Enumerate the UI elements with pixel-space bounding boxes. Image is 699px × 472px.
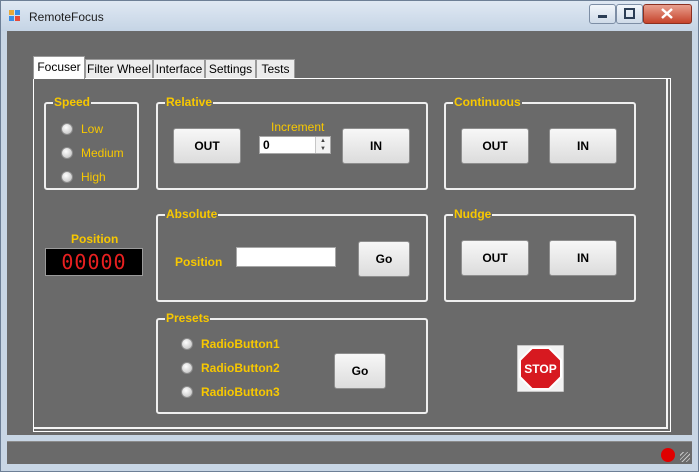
increment-label: Increment bbox=[271, 120, 325, 134]
chevron-down-icon[interactable]: ▼ bbox=[316, 145, 330, 153]
continuous-out-button[interactable]: OUT bbox=[461, 128, 529, 164]
title-bar: RemoteFocus bbox=[1, 1, 698, 31]
absolute-go-button[interactable]: Go bbox=[358, 241, 410, 277]
preset-radio-2-label: RadioButton2 bbox=[201, 361, 280, 375]
tab-tests[interactable]: Tests bbox=[256, 59, 295, 78]
stop-label: STOP bbox=[524, 362, 556, 376]
relative-group-title: Relative bbox=[165, 95, 214, 109]
close-button[interactable] bbox=[643, 4, 692, 24]
preset-radio-3-label: RadioButton3 bbox=[201, 385, 280, 399]
maximize-icon bbox=[624, 8, 635, 19]
radio-indicator bbox=[61, 147, 73, 159]
speed-high-radio[interactable]: High bbox=[61, 170, 106, 184]
presets-go-button[interactable]: Go bbox=[334, 353, 386, 389]
nudge-in-button[interactable]: IN bbox=[549, 240, 617, 276]
preset-radio-2[interactable]: RadioButton2 bbox=[181, 361, 280, 375]
stop-sign-icon: STOP bbox=[516, 344, 565, 393]
speed-medium-label: Medium bbox=[81, 146, 124, 160]
preset-radio-1[interactable]: RadioButton1 bbox=[181, 337, 280, 351]
relative-in-button[interactable]: IN bbox=[342, 128, 410, 164]
position-display-label: Position bbox=[71, 232, 119, 246]
minimize-button[interactable] bbox=[589, 4, 616, 24]
radio-indicator bbox=[61, 123, 73, 135]
connection-status-indicator bbox=[661, 448, 675, 462]
maximize-button[interactable] bbox=[616, 4, 643, 24]
tab-settings[interactable]: Settings bbox=[205, 59, 256, 78]
tab-focuser[interactable]: Focuser bbox=[33, 56, 85, 79]
radio-indicator bbox=[181, 338, 193, 350]
absolute-group-title: Absolute bbox=[165, 207, 219, 221]
relative-out-button[interactable]: OUT bbox=[173, 128, 241, 164]
presets-group-title: Presets bbox=[165, 311, 211, 325]
chevron-up-icon[interactable]: ▲ bbox=[316, 137, 330, 145]
nudge-out-button[interactable]: OUT bbox=[461, 240, 529, 276]
speed-group-title: Speed bbox=[53, 95, 92, 109]
radio-indicator bbox=[181, 386, 193, 398]
preset-radio-1-label: RadioButton1 bbox=[201, 337, 280, 351]
close-icon bbox=[661, 8, 673, 19]
continuous-in-button[interactable]: IN bbox=[549, 128, 617, 164]
speed-medium-radio[interactable]: Medium bbox=[61, 146, 124, 160]
app-icon bbox=[9, 10, 21, 22]
nudge-group-title: Nudge bbox=[453, 207, 493, 221]
increment-value: 0 bbox=[263, 138, 270, 152]
continuous-group-title: Continuous bbox=[453, 95, 522, 109]
increment-stepper[interactable]: 0 ▲ ▼ bbox=[259, 136, 331, 154]
window-title: RemoteFocus bbox=[29, 10, 104, 24]
tab-interface[interactable]: Interface bbox=[153, 59, 205, 78]
tab-filter-wheel[interactable]: Filter Wheel bbox=[85, 59, 153, 78]
resize-grip-icon[interactable] bbox=[680, 452, 690, 462]
preset-radio-3[interactable]: RadioButton3 bbox=[181, 385, 280, 399]
position-display: 00000 bbox=[45, 248, 143, 276]
minimize-icon bbox=[598, 15, 607, 18]
stepper-arrows[interactable]: ▲ ▼ bbox=[315, 137, 330, 153]
absolute-position-input[interactable] bbox=[236, 247, 336, 267]
app-window: RemoteFocus Focuser Filter Wheel Interfa… bbox=[0, 0, 699, 472]
speed-low-label: Low bbox=[81, 122, 104, 136]
speed-low-radio[interactable]: Low bbox=[61, 122, 103, 136]
radio-indicator bbox=[61, 171, 73, 183]
stop-button[interactable]: STOP bbox=[516, 344, 565, 393]
status-bar bbox=[7, 441, 692, 464]
radio-indicator bbox=[181, 362, 193, 374]
speed-high-label: High bbox=[81, 170, 106, 184]
absolute-position-label: Position bbox=[175, 255, 223, 269]
